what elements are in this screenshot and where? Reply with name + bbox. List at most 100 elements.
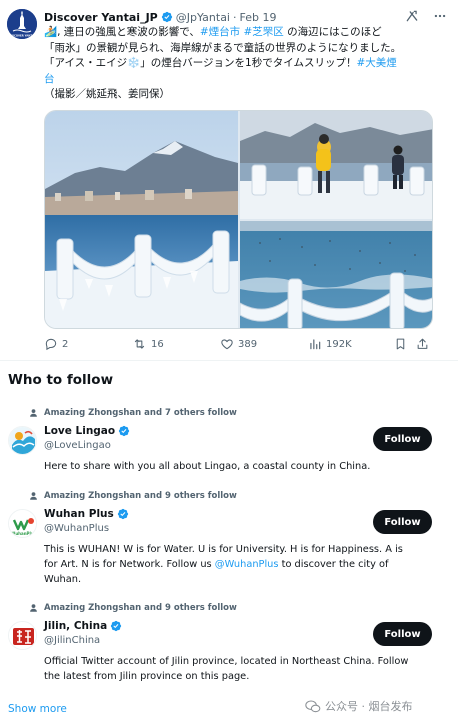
who-to-follow-heading: Who to follow [8,372,114,388]
bio-text-segment: to discover the city of [278,559,389,570]
bio-line: Wuhan. [44,572,424,587]
bio-text-segment: Here to share with you all about Lingao,… [44,461,371,472]
avatar[interactable] [8,426,37,455]
view-count: 192K [326,338,352,350]
social-context-text: Amazing Zhongshan and 7 others follow [44,408,237,418]
share-button[interactable] [416,337,434,351]
tweet-media-grid[interactable] [44,110,433,329]
bio-line: for Art. N is for Network. Follow us @Wu… [44,557,424,572]
tweet-text-segment: の海辺にはこのほど [283,26,382,38]
heart-icon [221,339,233,350]
retweet-icon [134,339,145,349]
like-button[interactable]: 389 [220,337,308,351]
mention-link[interactable]: @WuhanPlus [215,559,279,570]
author-handle[interactable]: @JpYantai [176,11,230,24]
follow-button[interactable]: Follow [373,510,432,534]
follow-suggestion-card[interactable]: Amazing Zhongshan and 9 others follow Ji… [0,602,458,694]
avatar-logo-text: DISCOVER YANTAI [9,34,35,38]
hashtag-link[interactable]: #大美煙 [357,57,397,69]
bio-text-segment: Official Twitter account of Jilin provin… [44,656,409,667]
account-name: Love Lingao [44,425,116,437]
bookmark-button[interactable] [394,337,416,351]
analytics-icon [310,339,321,350]
bookmark-icon [396,338,405,350]
avatar[interactable] [8,621,37,650]
show-more-link[interactable]: Show more [8,703,67,715]
account-bio: This is WUHAN! W is for Water. U is for … [44,542,424,587]
tweet-text-line: 🏄🏻, 連日の強風と寒波の影響で、#煙台市 #芝罘区 の海辺にはこのほど [44,25,446,41]
account-bio: Here to share with you all about Lingao,… [44,459,424,474]
retweet-button[interactable]: 16 [132,337,220,351]
tweet-text-line: 台 [44,72,446,88]
bio-text-segment: the latest from Jilin province on this p… [44,671,250,682]
tweet-text-line: （撮影／姚延飛、姜同保） [44,87,446,103]
tweet-action-bar: 2 16 389 192K [44,335,436,353]
wechat-icon [305,699,321,712]
bio-text-segment: for Art. N is for Network. Follow us [44,559,215,570]
social-context: Amazing Zhongshan and 7 others follow [29,407,237,419]
follow-button[interactable]: Follow [373,622,432,646]
account-handle[interactable]: @LoveLingao [44,440,111,451]
watermark-text: 公众号 · 烟台发布 [325,700,413,713]
follow-suggestion-card[interactable]: Amazing Zhongshan and 7 others follow Lo… [0,407,458,487]
account-name: Wuhan Plus [44,508,114,520]
avatar[interactable]: WuhanPlus [8,509,37,538]
author-name[interactable]: Discover Yantai_JP [44,11,158,24]
tweet-text: 🏄🏻, 連日の強風と寒波の影響で、#煙台市 #芝罘区 の海辺にはこのほど 「雨氷」… [44,25,446,103]
hashtag-link[interactable]: #芝罘区 [244,26,284,38]
watermark: 公众号 · 烟台发布 [305,698,413,714]
hashtag-link[interactable]: #煙台市 [200,26,240,38]
tweet-header: Discover Yantai_JP @JpYantai · Feb 19 [44,9,448,25]
person-icon [30,604,37,612]
more-options-icon[interactable] [432,8,448,24]
tweet-text-line: 「アイス・エイジ❄️」の煙台バージョンを1秒でタイムスリップ！#大美煙 [44,56,446,72]
follow-suggestion-card[interactable]: Amazing Zhongshan and 9 others follow Wu… [0,490,458,600]
account-name-row[interactable]: Wuhan Plus [44,508,129,520]
social-context-text: Amazing Zhongshan and 9 others follow [44,603,237,613]
reply-count: 2 [62,338,69,350]
person-icon [30,409,37,417]
author-avatar[interactable]: DISCOVER YANTAI [7,9,37,39]
reply-icon [45,338,57,351]
media-photo-3[interactable] [240,221,432,328]
account-bio: Official Twitter account of Jilin provin… [44,654,424,684]
views-button[interactable]: 192K [308,337,394,351]
like-count: 389 [238,338,258,350]
social-context-text: Amazing Zhongshan and 9 others follow [44,491,237,501]
separator-dot: · [233,10,237,24]
hashtag-link[interactable]: 台 [44,73,55,85]
bio-line: the latest from Jilin province on this p… [44,669,424,684]
account-name-row[interactable]: Love Lingao [44,425,130,437]
media-photo-2[interactable] [240,111,432,219]
social-context: Amazing Zhongshan and 9 others follow [29,490,237,502]
tweet-text-segment: 「アイス・エイジ❄️」の煙台バージョンを1秒でタイムスリップ！ [44,57,357,69]
bio-text-segment: Wuhan. [44,574,82,585]
verified-badge-icon [117,508,128,520]
verified-badge-icon [161,11,172,23]
social-context: Amazing Zhongshan and 9 others follow [29,602,237,614]
bio-line: This is WUHAN! W is for Water. U is for … [44,542,424,557]
tweet-text-line: 「雨氷」の景観が見られ、海岸線がまるで童話の世界のようになりました。 [44,41,446,57]
tweet-text-segment: 🏄🏻, 連日の強風と寒波の影響で、 [44,26,200,38]
tweet-text-segment: （撮影／姚延飛、姜同保） [44,88,170,100]
verified-badge-icon [118,425,130,437]
bio-line: Here to share with you all about Lingao,… [44,459,424,474]
account-name: Jilin, China [44,620,108,632]
account-handle[interactable]: @JilinChina [44,635,100,646]
section-divider [0,360,458,361]
account-name-row[interactable]: Jilin, China [44,620,122,632]
account-handle[interactable]: @WuhanPlus [44,523,109,534]
reply-button[interactable]: 2 [44,337,132,351]
person-icon [30,492,37,500]
verified-badge-icon [111,620,122,632]
tweet: DISCOVER YANTAI Discover Yantai_JP @JpYa… [0,0,458,360]
retweet-count: 16 [151,338,164,350]
follow-button[interactable]: Follow [373,427,432,451]
avatar-logo-text: WuhanPlus [11,531,37,536]
grok-icon[interactable] [404,8,420,24]
tweet-top-actions [404,8,448,24]
tweet-text-segment: 「雨氷」の景観が見られ、海岸線がまるで童話の世界のようになりました。 [44,41,402,54]
share-icon [417,338,428,349]
tweet-date[interactable]: Feb 19 [240,11,277,24]
media-photo-1[interactable] [45,111,238,328]
